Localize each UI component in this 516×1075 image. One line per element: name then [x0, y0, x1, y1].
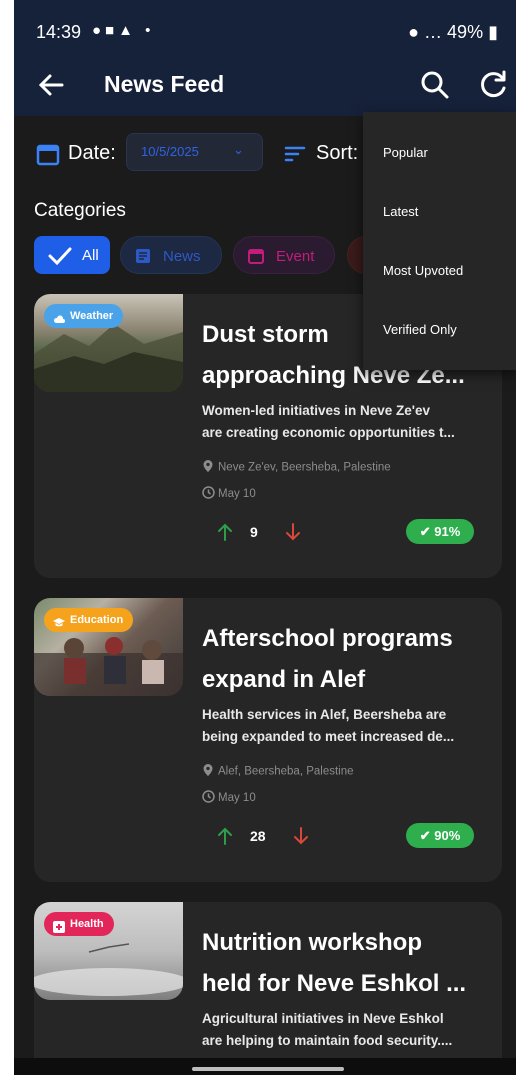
- location-text: Alef, Beersheba, Palestine: [218, 765, 354, 778]
- chip-label: All: [82, 247, 99, 264]
- map-pin-icon: [202, 459, 218, 476]
- date-text: May 10: [218, 488, 256, 501]
- event-icon: [248, 248, 264, 268]
- article-description: Women-led initiatives in Neve Ze'ev are …: [202, 400, 494, 444]
- verified-percent: 90%: [434, 828, 461, 843]
- downvote-arrow-icon[interactable]: [284, 522, 302, 547]
- date-picker[interactable]: 10/5/2025 ⌄: [126, 133, 263, 171]
- article-image: Education: [34, 598, 183, 696]
- article-title[interactable]: Afterschool programs expand in Alef: [202, 618, 494, 700]
- news-card[interactable]: Education Afterschool programs expand in…: [34, 598, 502, 882]
- article-image: Weather: [34, 294, 183, 392]
- desc-line: being expanded to meet increased de...: [202, 729, 455, 744]
- desc-line: Health services in Alef, Beersheba are: [202, 707, 447, 722]
- article-description: Health services in Alef, Beersheba are b…: [202, 704, 494, 748]
- signal-icon: …: [424, 22, 443, 42]
- sort-dropdown-menu: Popular Latest Most Upvoted Verified Onl…: [363, 112, 516, 370]
- medical-cross-icon: [53, 918, 65, 942]
- downvote-arrow-icon[interactable]: [292, 826, 310, 851]
- sort-option-popular[interactable]: Popular: [383, 145, 428, 160]
- desc-line: are helping to maintain food security...…: [202, 1033, 453, 1048]
- desc-line: Women-led initiatives in Neve Ze'ev: [202, 403, 431, 418]
- check-icon: [48, 247, 72, 269]
- page-title: News Feed: [104, 71, 225, 97]
- upvote-arrow-icon[interactable]: [216, 826, 234, 851]
- categories-heading: Categories: [34, 200, 126, 221]
- sort-option-most-upvoted[interactable]: Most Upvoted: [383, 263, 463, 278]
- date-label: Date:: [68, 142, 116, 164]
- sort-option-verified-only[interactable]: Verified Only: [383, 322, 457, 337]
- category-label: Weather: [70, 310, 114, 322]
- title-line: Afterschool programs: [202, 625, 453, 652]
- article-description: Agricultural initiatives in Neve Eshkol …: [202, 1008, 494, 1052]
- category-badge: Health: [44, 912, 114, 936]
- app-bar: News Feed: [14, 56, 516, 116]
- app-screen: 14:39 ●■▲ • ● … 49% ▮ News Feed Date: 10…: [14, 0, 516, 1075]
- verified-badge: ✔ 91%: [406, 519, 474, 544]
- refresh-icon[interactable]: [476, 68, 510, 102]
- category-label: Health: [70, 918, 104, 930]
- status-right: ● … 49% ▮: [408, 22, 498, 43]
- battery-level: 49%: [447, 22, 484, 42]
- map-pin-icon: [202, 763, 218, 780]
- chevron-down-icon: ⌄: [233, 142, 244, 157]
- status-time: 14:39: [36, 22, 82, 42]
- calendar-icon[interactable]: [36, 142, 60, 171]
- location-icon: ●: [408, 22, 420, 42]
- home-gesture-handle[interactable]: [192, 1067, 344, 1071]
- article-date: May 10: [202, 790, 256, 806]
- battery-icon: ▮: [488, 22, 498, 42]
- article-location: Neve Ze'ev, Beersheba, Palestine: [202, 459, 391, 476]
- verified-check-icon: ✔: [419, 524, 431, 539]
- verified-badge: ✔ 90%: [406, 823, 474, 848]
- desc-line: are creating economic opportunities t...: [202, 425, 455, 440]
- verified-percent: 91%: [434, 524, 461, 539]
- date-value: 10/5/2025: [141, 144, 199, 159]
- date-text: May 10: [218, 792, 256, 805]
- title-line: Nutrition workshop: [202, 929, 422, 956]
- back-arrow-icon[interactable]: [34, 68, 68, 102]
- newspaper-icon: [135, 248, 151, 268]
- article-image: Health: [34, 902, 183, 1000]
- clock-icon: [202, 790, 218, 806]
- sort-option-latest[interactable]: Latest: [383, 204, 418, 219]
- article-title[interactable]: Nutrition workshop held for Neve Eshkol …: [202, 922, 494, 1004]
- graduation-cap-icon: [53, 614, 65, 638]
- category-label: Education: [70, 614, 124, 626]
- chip-news[interactable]: News: [120, 236, 222, 274]
- title-line: held for Neve Eshkol ...: [202, 970, 467, 997]
- chip-event[interactable]: Event: [233, 236, 335, 274]
- category-badge: Weather: [44, 304, 124, 328]
- sort-icon[interactable]: [284, 144, 306, 169]
- clock-icon: [202, 486, 218, 502]
- upvote-arrow-icon[interactable]: [216, 522, 234, 547]
- desc-line: Agricultural initiatives in Neve Eshkol: [202, 1011, 444, 1026]
- article-location: Alef, Beersheba, Palestine: [202, 763, 354, 780]
- search-icon[interactable]: [418, 68, 452, 102]
- status-bar: 14:39 ●■▲ • ● … 49% ▮: [14, 0, 516, 56]
- cloud-icon: [53, 310, 65, 334]
- upvote-count: 9: [250, 524, 258, 540]
- sort-label[interactable]: Sort:: [316, 142, 358, 165]
- chip-label: Event: [276, 248, 315, 265]
- article-date: May 10: [202, 486, 256, 502]
- chip-label: News: [163, 248, 201, 265]
- title-line: expand in Alef: [202, 666, 366, 693]
- location-text: Neve Ze'ev, Beersheba, Palestine: [218, 461, 391, 474]
- notification-icons: ●■▲ •: [92, 22, 155, 39]
- upvote-count: 28: [250, 828, 266, 844]
- news-card[interactable]: Health Nutrition workshop held for Neve …: [34, 902, 502, 1075]
- verified-check-icon: ✔: [419, 828, 431, 843]
- category-badge: Education: [44, 608, 134, 632]
- chip-all[interactable]: All: [34, 236, 110, 274]
